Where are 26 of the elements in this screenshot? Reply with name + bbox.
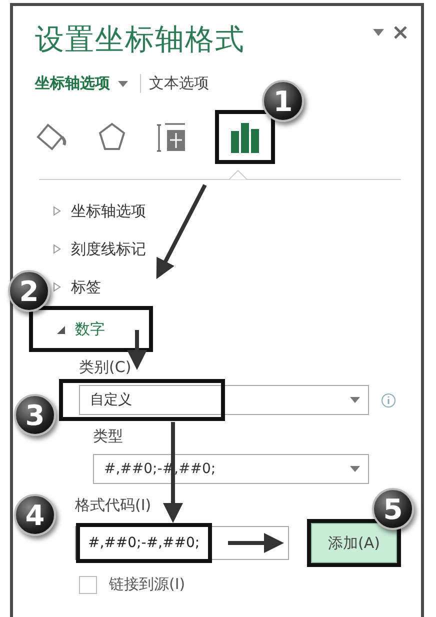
section-header[interactable]: 标签 (53, 268, 101, 306)
collapsed-triangle-icon (53, 206, 61, 216)
pane-title: 设置坐标轴格式 (35, 21, 245, 58)
close-icon[interactable] (394, 26, 407, 39)
arrow (228, 533, 284, 553)
bar-chart-icon[interactable] (229, 121, 261, 153)
pane-tab[interactable]: 坐标轴选项 (35, 74, 140, 93)
collapsed-triangle-icon (53, 244, 61, 254)
section-header[interactable]: 刻度线标记 (53, 230, 146, 268)
checkbox[interactable] (79, 576, 97, 594)
dropdown-caret-icon (350, 466, 360, 472)
field-label: 类型 (93, 427, 123, 446)
expanded-triangle-icon (57, 324, 65, 334)
dropdown-caret-icon (118, 80, 128, 86)
section-header[interactable]: 数字 (57, 310, 105, 348)
info-icon (381, 392, 396, 408)
menu-caret-icon[interactable] (373, 29, 384, 36)
field-label: 格式代码(I) (75, 496, 152, 515)
pane-tab[interactable]: 文本选项 (140, 74, 221, 93)
section-header[interactable]: 坐标轴选项 (53, 192, 146, 230)
field-label: 类别(C) (79, 358, 132, 377)
format-code-field[interactable]: #,##0;-#,##0; (75, 526, 289, 560)
checkbox-label: 链接到源(I) (109, 575, 186, 594)
dropdown-caret-icon (350, 397, 360, 403)
collapsed-triangle-icon (53, 282, 61, 292)
category-dropdown[interactable]: 自定义 (79, 385, 369, 415)
